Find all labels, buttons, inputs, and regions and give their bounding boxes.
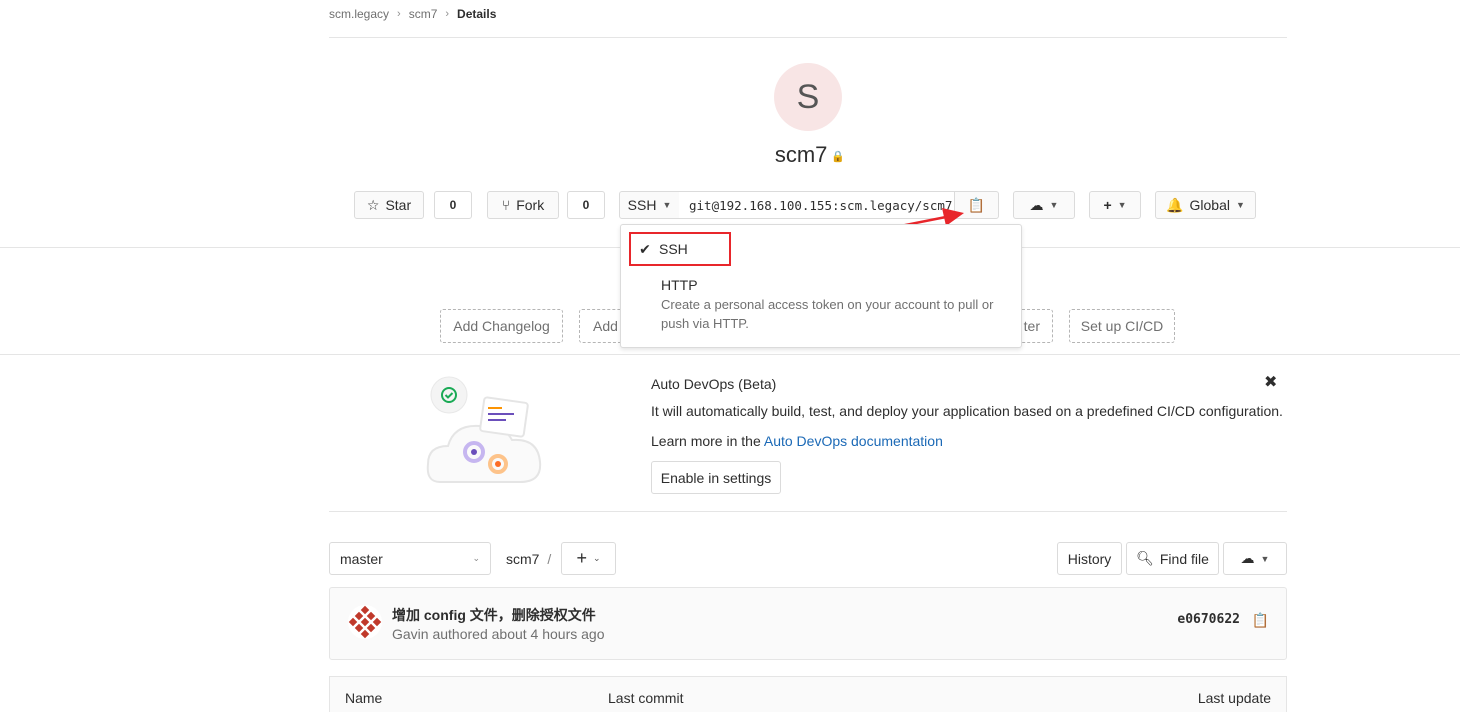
chevron-right-icon: › (445, 8, 450, 20)
find-file-button[interactable]: 🔍︎ Find file (1126, 542, 1219, 575)
clone-protocol-menu: ✔ SSH HTTP Create a personal access toke… (620, 224, 1022, 348)
caret-down-icon: ▼ (1117, 200, 1127, 210)
menu-item-ssh[interactable]: ✔ SSH (629, 232, 731, 266)
menu-item-http-description: Create a personal access token on your a… (661, 297, 994, 331)
close-icon[interactable]: ✖ (1264, 372, 1277, 392)
path-separator: / (547, 551, 552, 567)
divider (0, 354, 1460, 355)
column-name: Name (345, 690, 383, 706)
cloud-download-icon: ☁ (1240, 550, 1255, 566)
clipboard-icon: 📋 (967, 196, 986, 213)
file-table-header: Name Last commit Last update (329, 676, 1287, 712)
enable-in-settings-label: Enable in settings (660, 469, 772, 486)
plus-icon: + (576, 548, 587, 568)
breadcrumb-current[interactable]: Details (457, 7, 496, 21)
star-icon: ☆ (366, 196, 380, 213)
author-avatar[interactable] (348, 605, 382, 639)
fork-button[interactable]: ⑂ Fork (487, 191, 559, 219)
download-archive-button[interactable]: ☁ ▼ (1223, 542, 1287, 575)
fork-label: Fork (516, 197, 545, 213)
enable-in-settings-button[interactable]: Enable in settings (651, 461, 781, 494)
menu-item-http[interactable]: HTTP Create a personal access token on y… (661, 277, 1001, 333)
caret-down-icon: ▼ (1049, 200, 1059, 210)
divider (329, 511, 1287, 512)
banner-learn-prefix: Learn more in the (651, 433, 764, 449)
caret-down-icon: ▼ (1260, 553, 1270, 564)
fork-count[interactable]: 0 (567, 191, 605, 219)
commit-title[interactable]: 增加 config 文件，删除授权文件 (392, 605, 596, 625)
caret-down-icon: ▼ (662, 200, 672, 210)
notification-dropdown-button[interactable]: 🔔 Global ▼ (1155, 191, 1256, 219)
chevron-down-icon: ⌄ (592, 553, 601, 563)
bell-icon: 🔔 (1166, 196, 1184, 213)
protocol-dropdown-button[interactable]: SSH ▼ (619, 191, 680, 219)
repo-path: scm7 / (506, 551, 551, 567)
download-dropdown-button[interactable]: ☁ ▼ (1013, 191, 1075, 219)
auto-devops-illustration-icon (426, 376, 542, 483)
fork-icon: ⑂ (501, 197, 511, 213)
find-file-label: Find file (1159, 550, 1209, 567)
breadcrumb: scm.legacy › scm7 › Details (329, 7, 496, 21)
branch-select[interactable]: master ⌄ (329, 542, 491, 575)
breadcrumb-project[interactable]: scm7 (409, 7, 438, 21)
history-button[interactable]: History (1057, 542, 1122, 575)
star-count[interactable]: 0 (434, 191, 472, 219)
project-title: scm7 🔒 (740, 142, 880, 168)
commit-meta: Gavin authored about 4 hours ago (392, 626, 605, 642)
project-name: scm7 (774, 142, 828, 167)
commit-sha[interactable]: e0670622 (1177, 612, 1240, 627)
chevron-down-icon: ⌄ (472, 553, 480, 563)
auto-devops-doc-link[interactable]: Auto DevOps documentation (764, 433, 943, 449)
protocol-label: SSH (627, 197, 657, 213)
notification-label: Global (1189, 197, 1230, 213)
check-icon: ✔ (639, 240, 651, 257)
last-commit-panel: 增加 config 文件，删除授权文件 Gavin authored about… (329, 587, 1287, 660)
setup-ci-cd-button[interactable]: Set up CI/CD (1069, 309, 1175, 343)
branch-name: master (340, 550, 383, 567)
banner-learn-more: Learn more in the Auto DevOps documentat… (651, 433, 943, 449)
search-icon: 🔍︎ (1136, 550, 1154, 566)
clipboard-icon[interactable]: 📋 (1252, 612, 1269, 629)
star-button[interactable]: ☆ Star (354, 191, 424, 219)
history-label: History (1067, 550, 1112, 567)
plus-icon: + (1103, 197, 1112, 213)
menu-item-http-label: HTTP (661, 277, 698, 293)
chevron-right-icon: › (397, 8, 401, 20)
breadcrumb-group[interactable]: scm.legacy (329, 7, 389, 21)
banner-title: Auto DevOps (Beta) (651, 376, 777, 392)
menu-item-ssh-label: SSH (659, 241, 688, 257)
add-to-tree-button[interactable]: + ⌄ (561, 542, 616, 575)
add-dropdown-button[interactable]: + ▼ (1089, 191, 1141, 219)
project-avatar: S (774, 63, 842, 131)
divider (329, 37, 1287, 38)
add-changelog-button[interactable]: Add Changelog (440, 309, 563, 343)
star-label: Star (385, 197, 412, 213)
lock-icon: 🔒 (831, 150, 846, 163)
column-last-commit: Last commit (608, 690, 684, 706)
caret-down-icon: ▼ (1235, 200, 1245, 210)
banner-text: It will automatically build, test, and d… (651, 403, 1283, 419)
column-last-update: Last update (1197, 690, 1271, 706)
cloud-download-icon: ☁ (1029, 196, 1044, 213)
repo-path-root[interactable]: scm7 (506, 551, 539, 567)
